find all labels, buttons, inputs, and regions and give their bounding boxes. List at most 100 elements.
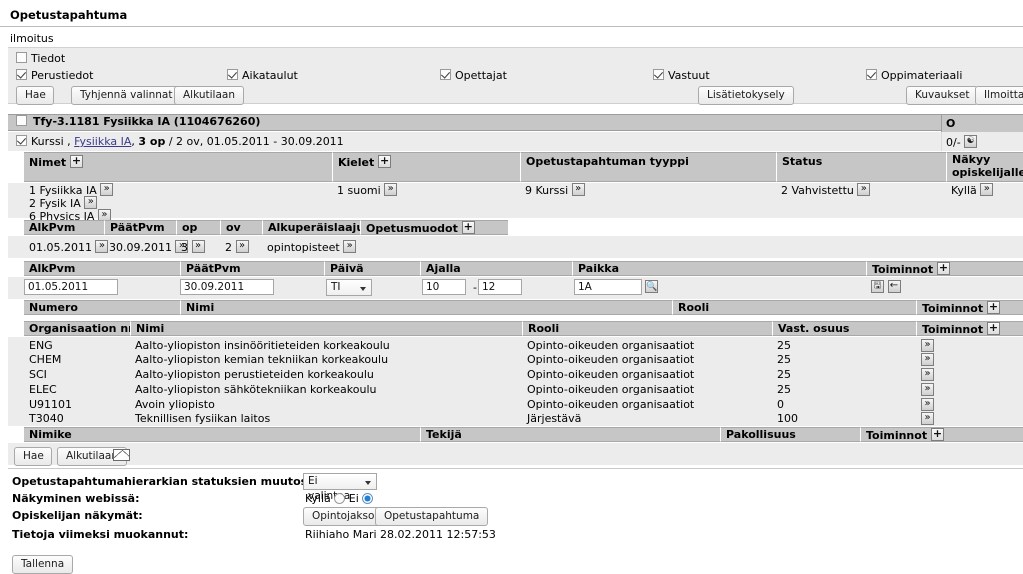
checkbox-aikataulut-label: Aikataulut [242, 69, 298, 82]
kuvaukset-button[interactable]: Kuvaukset [906, 86, 979, 105]
course-credits: 3 op [138, 135, 166, 148]
checkbox-perustiedot-label: Perustiedot [31, 69, 94, 82]
web-visibility-no-label: Ei [348, 492, 359, 505]
header-alkuperaislaajuus: Alkuperäislaajuus [262, 220, 360, 235]
kielet-value: 1 suomi [332, 183, 398, 198]
open-tyyppi-icon[interactable] [571, 183, 585, 196]
envelope-icon[interactable] [113, 449, 130, 461]
add-schedule-icon[interactable] [936, 262, 950, 275]
detail-paatpvm-label: 30.09.2011 [109, 241, 172, 254]
checkbox-tiedot-box[interactable] [16, 52, 27, 63]
checkbox-aikataulut[interactable]: Aikataulut [227, 69, 298, 82]
header-opetusmuodot: Opetusmuodot [360, 220, 508, 235]
add-opetusmuodot-icon[interactable] [461, 221, 475, 234]
course-header-checkbox[interactable] [16, 115, 27, 126]
header-nakyy-line2: opiskelijalle [952, 166, 1023, 179]
header-org-nimi: Nimi [130, 321, 522, 336]
org-nimi-3: Aalto-yliopiston perustieteiden korkeako… [135, 368, 374, 381]
material-hae-button[interactable]: Hae [14, 447, 52, 466]
open-ov-icon[interactable] [235, 240, 249, 253]
checkbox-perustiedot[interactable]: Perustiedot [16, 69, 93, 82]
checkbox-tiedot[interactable]: Tiedot [16, 52, 65, 65]
open-op-icon[interactable] [191, 240, 205, 253]
add-teacher-icon[interactable] [986, 301, 1000, 314]
web-visibility-yes-label: Kyllä [305, 492, 331, 505]
org-nro-5: U91101 [29, 398, 73, 411]
back-arrow-icon[interactable] [887, 280, 901, 293]
schedule-actions [871, 280, 901, 294]
open-org-1-icon[interactable] [921, 339, 934, 352]
course-row-checkbox[interactable] [16, 135, 27, 146]
header-paikka: Paikka [572, 261, 866, 276]
schedule-paikka-input[interactable] [574, 279, 642, 295]
lisatietokysely-button[interactable]: Lisätietokysely [698, 86, 794, 105]
person-icon[interactable] [964, 135, 978, 148]
open-org-6-icon[interactable] [921, 412, 934, 425]
course-name-link[interactable]: Fysiikka IA [74, 135, 131, 148]
detail-ov: 2 [220, 240, 249, 255]
open-alkuperaislaajuus-icon[interactable] [343, 240, 357, 253]
org-rooli-5: Opinto-oikeuden organisaatiot [527, 398, 695, 411]
search-icon[interactable] [645, 280, 658, 293]
schedule-paiva-select[interactable]: TI [326, 279, 372, 296]
status-change-select[interactable]: Ei valintaa [303, 473, 377, 502]
detail-alkpvm: 01.05.2011 [24, 240, 109, 255]
opetustapahtuma-button[interactable]: Opetustapahtuma [375, 507, 489, 526]
open-name-1-icon[interactable] [100, 183, 114, 196]
checkbox-vastuut-box[interactable] [653, 69, 664, 80]
ilmoittautuminen-button[interactable]: Ilmoittautu [975, 86, 1023, 105]
alkutilaan-button[interactable]: Alkutilaan [174, 86, 244, 105]
schedule-aika-separator: - [473, 281, 477, 294]
header-tekija: Tekijä [420, 427, 720, 442]
header-ajalla: Ajalla [420, 261, 572, 276]
header-toiminnot-teacher: Toiminnot [916, 300, 1023, 315]
open-org-2-icon[interactable] [921, 353, 934, 366]
open-kielet-icon[interactable] [384, 183, 398, 196]
checkbox-perustiedot-box[interactable] [16, 69, 27, 80]
open-name-2-icon[interactable] [84, 196, 98, 209]
org-action-6 [921, 412, 934, 426]
org-osuus-2: 25 [777, 353, 791, 366]
web-visibility-yes-radio[interactable] [334, 493, 346, 504]
add-material-icon[interactable] [930, 428, 944, 441]
page-root: Opetustapahtuma ilmoitus Tiedot Perustie… [0, 0, 1023, 574]
table-row: CHEM [24, 353, 61, 367]
schedule-paatpvm-input[interactable] [180, 279, 274, 295]
header-pakollisuus: Pakollisuus [720, 427, 860, 442]
open-status-icon[interactable] [857, 183, 871, 196]
checkbox-vastuut[interactable]: Vastuut [653, 69, 710, 82]
checkbox-opettajat-label: Opettajat [455, 69, 507, 82]
add-nimet-icon[interactable] [70, 155, 84, 168]
org-rooli-4: Opinto-oikeuden organisaatiot [527, 383, 695, 396]
open-org-5-icon[interactable] [921, 398, 934, 411]
org-osuus-6: 100 [777, 412, 798, 425]
header-toiminnot-schedule-label: Toiminnot [872, 263, 934, 276]
web-visibility-no-radio[interactable] [362, 493, 374, 504]
open-org-3-icon[interactable] [921, 368, 934, 381]
detail-ov-label: 2 [225, 241, 232, 254]
schedule-alkpvm-input[interactable] [24, 279, 118, 295]
checkbox-oppimateriaali[interactable]: Oppimateriaali [866, 69, 962, 82]
org-osuus-4: 25 [777, 383, 791, 396]
web-visibility-label: Näkyminen webissä: [12, 492, 140, 505]
last-modified-value: Riihiaho Mari 28.02.2011 12:57:53 [305, 528, 496, 541]
tallenna-button[interactable]: Tallenna [12, 555, 74, 574]
open-org-4-icon[interactable] [921, 383, 934, 396]
save-icon[interactable] [871, 280, 884, 293]
checkbox-opettajat[interactable]: Opettajat [440, 69, 507, 82]
tyhjenna-valinnat-button[interactable]: Tyhjennä valinnat [71, 86, 182, 105]
header-toiminnot-teacher-label: Toiminnot [922, 302, 984, 315]
header-nimet-label: Nimet [29, 156, 67, 169]
opintojakso-button[interactable]: Opintojakso [303, 507, 384, 526]
checkbox-opettajat-box[interactable] [440, 69, 451, 80]
schedule-aika-alku-input[interactable] [422, 279, 466, 295]
hae-button[interactable]: Hae [16, 86, 54, 105]
header-tyyppi: Opetustapahtuman tyyppi [520, 152, 776, 182]
checkbox-aikataulut-box[interactable] [227, 69, 238, 80]
add-kielet-icon[interactable] [378, 155, 392, 168]
add-org-icon[interactable] [986, 322, 1000, 335]
checkbox-oppimateriaali-box[interactable] [866, 69, 877, 80]
schedule-aika-loppu-input[interactable] [478, 279, 522, 295]
table-row: ENG [24, 339, 53, 353]
open-nakyy-icon[interactable] [980, 183, 994, 196]
